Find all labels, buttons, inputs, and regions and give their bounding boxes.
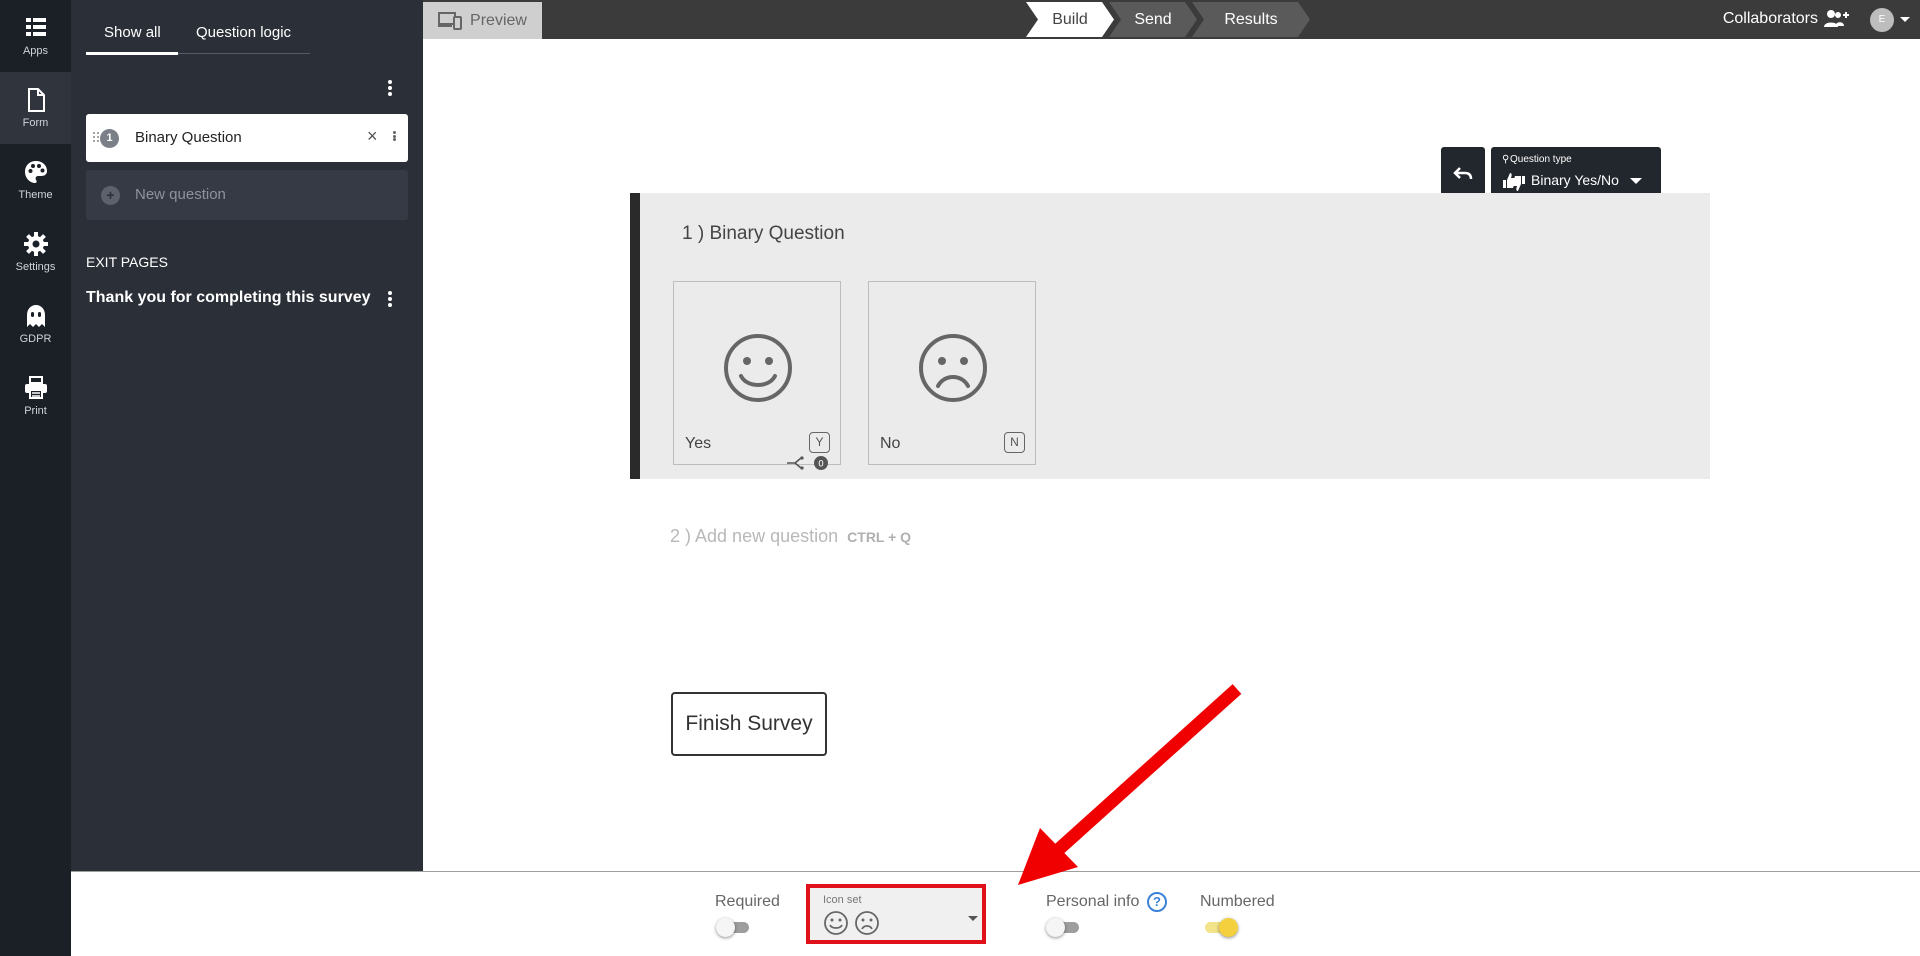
rail-item-gdpr[interactable]: GDPR bbox=[0, 288, 71, 360]
smile-face-icon bbox=[724, 334, 792, 402]
new-question-label: New question bbox=[135, 186, 226, 203]
app-rail: Apps Form Theme Settings GDPR Print bbox=[0, 0, 71, 956]
icon-set-label: Icon set bbox=[823, 894, 862, 906]
question-list-title: Binary Question bbox=[135, 129, 242, 146]
sidebar-more-menu-icon[interactable] bbox=[383, 77, 397, 99]
apps-grid-icon bbox=[25, 18, 46, 36]
step-send-label: Send bbox=[1134, 10, 1172, 28]
active-tab-indicator bbox=[86, 52, 178, 55]
form-document-icon bbox=[27, 88, 45, 112]
choice-tools: 0 bbox=[787, 456, 828, 470]
frown-face-icon bbox=[919, 334, 987, 402]
question-number-badge: 1 bbox=[100, 129, 119, 148]
add-collaborator-icon bbox=[1824, 10, 1849, 27]
sidebar-tabs: Show all Question logic bbox=[86, 18, 310, 55]
numbered-label: Numbered bbox=[1200, 893, 1275, 910]
plus-icon: + bbox=[101, 186, 120, 205]
step-build-label: Build bbox=[1052, 10, 1088, 28]
required-toggle[interactable] bbox=[716, 917, 752, 937]
rail-label-theme: Theme bbox=[18, 189, 53, 201]
question-title[interactable]: Binary Question bbox=[709, 223, 844, 244]
personal-info-toggle[interactable] bbox=[1046, 917, 1082, 937]
required-label: Required bbox=[715, 893, 780, 910]
add-question-number: 2 ) bbox=[670, 526, 692, 546]
branch-logic-icon bbox=[787, 456, 804, 470]
rail-item-print[interactable]: Print bbox=[0, 360, 71, 432]
new-question-button[interactable]: + New question bbox=[86, 170, 408, 220]
step-send[interactable]: Send bbox=[1109, 2, 1197, 37]
add-question-label: Add new question bbox=[695, 526, 839, 546]
preview-label: Preview bbox=[470, 11, 527, 29]
question-more-menu-icon[interactable] bbox=[387, 128, 401, 144]
tab-show-all[interactable]: Show all bbox=[104, 24, 161, 41]
choice-yes-key: Y bbox=[809, 432, 830, 453]
choice-yes-label[interactable]: Yes bbox=[685, 435, 711, 453]
smile-face-icon bbox=[824, 911, 848, 935]
numbered-toggle[interactable] bbox=[1202, 917, 1238, 937]
help-icon[interactable]: ? bbox=[1147, 892, 1167, 912]
tab-question-logic[interactable]: Question logic bbox=[196, 24, 291, 41]
thumbs-up-down-icon bbox=[1503, 173, 1525, 191]
ghost-icon bbox=[26, 305, 45, 327]
personal-info-label: Personal info bbox=[1046, 893, 1140, 910]
pin-icon: ⚲ bbox=[1502, 154, 1510, 165]
rail-item-theme[interactable]: Theme bbox=[0, 144, 71, 216]
exit-page-item[interactable]: Thank you for completing this survey bbox=[86, 289, 371, 307]
collaborators-label: Collaborators bbox=[1722, 10, 1818, 27]
question-heading[interactable]: 1 ) Binary Question bbox=[682, 223, 845, 245]
svg-text:0: 0 bbox=[818, 460, 824, 470]
choice-no[interactable]: No N bbox=[868, 281, 1036, 465]
choice-no-label[interactable]: No bbox=[880, 435, 900, 453]
question-block[interactable]: 1 ) Binary Question Yes Y 0 No N bbox=[630, 193, 1710, 479]
finish-survey-button[interactable]: Finish Survey bbox=[671, 692, 827, 756]
devices-icon bbox=[438, 11, 463, 30]
add-question-shortcut: CTRL + Q bbox=[847, 529, 912, 545]
top-navigation-bar: Preview Build Send Results Collaborators… bbox=[423, 0, 1920, 39]
chevron-down-icon[interactable] bbox=[1900, 17, 1910, 22]
add-new-question[interactable]: 2 ) Add new question CTRL + Q bbox=[670, 526, 911, 547]
palette-icon bbox=[24, 161, 47, 183]
frown-face-icon bbox=[855, 911, 879, 935]
question-options-toolbar: Required Icon set Personal info ? Number… bbox=[71, 871, 1920, 956]
chevron-down-icon bbox=[1630, 178, 1642, 184]
icon-set-dropdown[interactable]: Icon set bbox=[806, 884, 986, 944]
printer-icon bbox=[24, 376, 47, 399]
step-build[interactable]: Build bbox=[1026, 2, 1114, 37]
points-icon: 0 bbox=[814, 456, 828, 470]
rail-item-form[interactable]: Form bbox=[0, 72, 71, 144]
drag-handle-icon[interactable] bbox=[92, 131, 100, 143]
exit-pages-heading: EXIT PAGES bbox=[86, 254, 168, 270]
rail-label-gdpr: GDPR bbox=[19, 333, 52, 345]
rail-label-settings: Settings bbox=[15, 261, 56, 273]
exit-page-more-menu-icon[interactable] bbox=[383, 288, 397, 310]
undo-icon bbox=[1453, 167, 1473, 180]
choice-no-key: N bbox=[1004, 432, 1025, 453]
question-sidebar: Show all Question logic 1 Binary Questio… bbox=[71, 0, 423, 872]
chevron-down-icon bbox=[968, 916, 978, 921]
step-results-label: Results bbox=[1224, 10, 1278, 28]
avatar[interactable]: E bbox=[1870, 8, 1894, 32]
rail-label-apps: Apps bbox=[22, 45, 49, 57]
question-type-label: Question type bbox=[1510, 154, 1572, 165]
icon-set-preview bbox=[823, 910, 880, 936]
question-number: 1 ) bbox=[682, 223, 705, 244]
choice-yes[interactable]: Yes Y bbox=[673, 281, 841, 465]
step-results[interactable]: Results bbox=[1192, 2, 1310, 37]
question-type-value: Binary Yes/No bbox=[1531, 172, 1619, 188]
rail-label-form: Form bbox=[22, 117, 49, 129]
gear-icon bbox=[23, 232, 48, 256]
rail-item-apps[interactable]: Apps bbox=[0, 0, 71, 72]
rail-item-settings[interactable]: Settings bbox=[0, 216, 71, 288]
delete-question-icon[interactable]: × bbox=[367, 126, 378, 147]
question-list-item[interactable]: 1 Binary Question × bbox=[86, 114, 408, 162]
preview-button[interactable]: Preview bbox=[423, 2, 542, 39]
collaborators-button[interactable]: Collaborators bbox=[1723, 9, 1850, 29]
rail-label-print: Print bbox=[24, 405, 47, 417]
